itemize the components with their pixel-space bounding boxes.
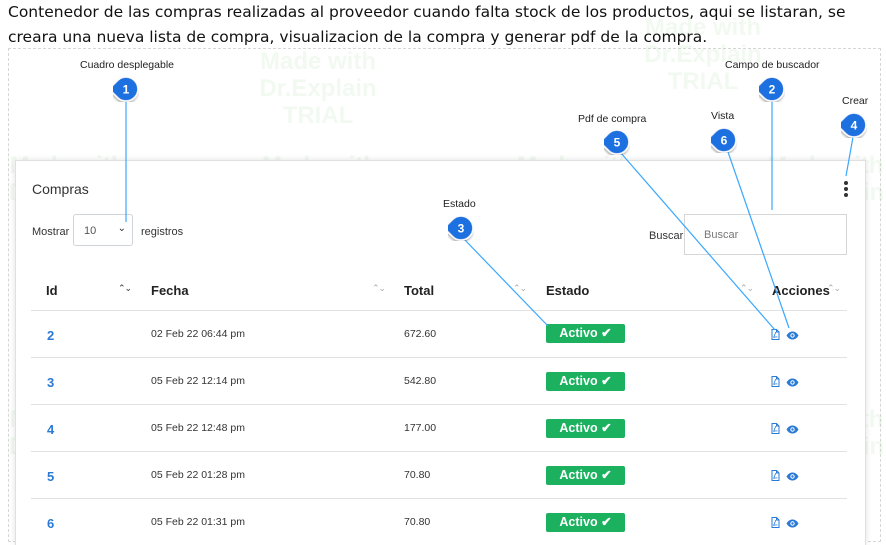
svg-text:5: 5 (614, 136, 621, 150)
row-total: 70.80 (404, 469, 431, 481)
callout-label: Crear (842, 95, 869, 107)
callout-label: Campo de buscador (725, 59, 820, 71)
row-id-link[interactable]: 6 (47, 516, 54, 531)
row-id-link[interactable]: 4 (47, 422, 54, 437)
card-title: Compras (32, 181, 89, 197)
callout-pin: 5 (604, 129, 630, 155)
search-label: Buscar (649, 230, 684, 242)
check-icon: ✔ (601, 468, 612, 482)
pdf-icon[interactable] (771, 372, 780, 391)
check-icon: ✔ (601, 421, 612, 435)
row-fecha: 05 Feb 22 12:14 pm (151, 375, 245, 387)
page-size-select[interactable]: 10 ⌄ (73, 214, 133, 246)
callout-label: Pdf de compra (578, 113, 647, 125)
pdf-icon[interactable] (771, 466, 780, 485)
row-total: 542.80 (404, 375, 437, 387)
eye-icon[interactable] (786, 372, 799, 391)
row-id-link[interactable]: 2 (47, 328, 54, 343)
row-total: 70.80 (404, 516, 431, 528)
kebab-menu-icon[interactable] (843, 181, 849, 199)
divider (31, 451, 847, 452)
sort-icon[interactable]: ⌃⌄ (118, 284, 132, 294)
status-badge-label: Activo (559, 515, 598, 529)
callout-pin: 1 (113, 76, 139, 102)
column-header-estado[interactable]: Estado (546, 283, 589, 298)
pdf-icon[interactable] (771, 419, 780, 438)
page-size-value: 10 (84, 225, 97, 237)
status-badge-label: Activo (559, 374, 598, 388)
status-badge: Activo ✔ (546, 513, 625, 532)
status-badge: Activo ✔ (546, 372, 625, 391)
svg-text:3: 3 (458, 222, 465, 236)
callout-label: Cuadro desplegable (80, 59, 174, 71)
pdf-icon[interactable] (771, 513, 780, 532)
status-badge: Activo ✔ (546, 419, 625, 438)
eye-icon[interactable] (786, 419, 799, 438)
sort-icon[interactable]: ⌃⌄ (513, 284, 527, 294)
column-header-id[interactable]: Id (46, 283, 58, 298)
row-fecha: 05 Feb 22 12:48 pm (151, 422, 245, 434)
callout-pin: 2 (759, 76, 785, 102)
row-fecha: 05 Feb 22 01:31 pm (151, 516, 245, 528)
records-label: registros (141, 226, 184, 238)
callout-pin: 6 (711, 127, 737, 153)
divider (31, 357, 847, 358)
callout-label: Vista (711, 110, 735, 122)
svg-text:4: 4 (851, 119, 858, 133)
divider (31, 498, 847, 499)
column-header-acciones[interactable]: Acciones (772, 283, 830, 298)
search-placeholder: Buscar (704, 229, 739, 241)
search-input[interactable]: Buscar (684, 214, 847, 255)
status-badge: Activo ✔ (546, 466, 625, 485)
show-label: Mostrar (32, 226, 70, 238)
row-total: 672.60 (404, 328, 437, 340)
check-icon: ✔ (601, 515, 612, 529)
check-icon: ✔ (601, 326, 612, 340)
row-fecha: 05 Feb 22 01:28 pm (151, 469, 245, 481)
status-badge: Activo ✔ (546, 324, 625, 343)
divider (31, 310, 847, 311)
chevron-down-icon: ⌄ (117, 223, 126, 234)
callout-pin: 4 (841, 112, 867, 138)
column-header-fecha[interactable]: Fecha (151, 283, 189, 298)
row-id-link[interactable]: 3 (47, 375, 54, 390)
callout-pin: 3 (448, 215, 474, 241)
pdf-icon[interactable] (771, 325, 780, 344)
status-badge-label: Activo (559, 326, 598, 340)
sort-icon[interactable]: ⌃⌄ (827, 284, 841, 294)
sort-icon[interactable]: ⌃⌄ (372, 284, 386, 294)
svg-text:1: 1 (123, 83, 130, 97)
status-badge-label: Activo (559, 468, 598, 482)
row-id-link[interactable]: 5 (47, 469, 54, 484)
column-header-total[interactable]: Total (404, 283, 434, 298)
eye-icon[interactable] (786, 325, 799, 344)
check-icon: ✔ (601, 374, 612, 388)
eye-icon[interactable] (786, 466, 799, 485)
row-total: 177.00 (404, 422, 437, 434)
sort-icon[interactable]: ⌃⌄ (740, 284, 754, 294)
row-fecha: 02 Feb 22 06:44 pm (151, 328, 245, 340)
svg-text:2: 2 (769, 83, 776, 97)
svg-text:6: 6 (721, 134, 728, 148)
eye-icon[interactable] (786, 513, 799, 532)
intro-text: Contenedor de las compras realizadas al … (8, 3, 846, 46)
status-badge-label: Activo (559, 421, 598, 435)
divider (31, 404, 847, 405)
callout-label: Estado (443, 198, 476, 210)
